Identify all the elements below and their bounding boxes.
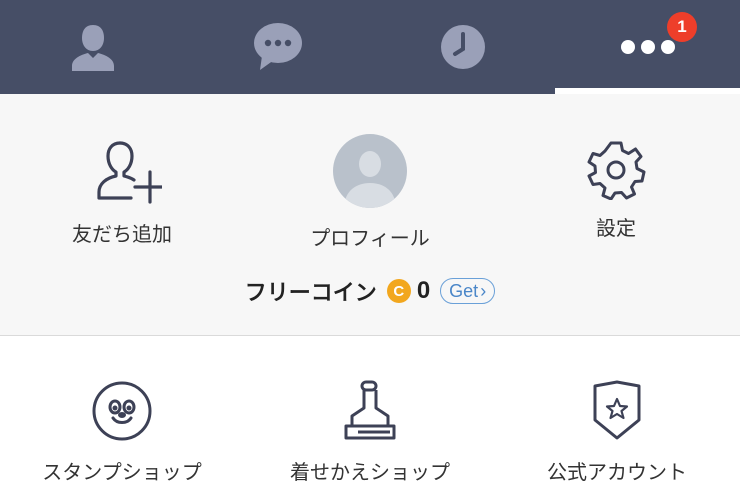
tab-more[interactable] xyxy=(555,0,740,94)
profile-button[interactable]: プロフィール xyxy=(300,133,440,251)
notification-badge: 1 xyxy=(667,12,697,42)
add-friend-icon xyxy=(82,138,167,208)
chat-bubble-icon xyxy=(252,22,304,72)
gear-icon xyxy=(586,140,646,204)
clock-icon xyxy=(439,23,487,71)
free-coin-row: フリーコイン C 0 Get › xyxy=(0,275,740,307)
tab-friends[interactable] xyxy=(0,0,185,94)
theme-shop-button[interactable]: 着せかえショップ xyxy=(278,380,462,485)
sticker-shop-label: スタンプショップ xyxy=(42,460,202,484)
official-accounts-button[interactable]: 公式アカウント xyxy=(536,380,698,485)
official-accounts-label: 公式アカウント xyxy=(547,460,687,484)
get-coins-button[interactable]: Get › xyxy=(440,278,496,304)
profile-label: プロフィール xyxy=(310,226,430,250)
shield-star-icon xyxy=(589,380,645,446)
brush-icon xyxy=(340,380,400,446)
tab-chats[interactable] xyxy=(185,0,370,94)
avatar xyxy=(332,133,408,213)
settings-label: 設定 xyxy=(596,216,636,240)
person-icon xyxy=(68,21,118,73)
coin-balance: 0 xyxy=(416,277,431,304)
coin-icon: C xyxy=(386,279,411,303)
top-tab-bar: 1 xyxy=(0,0,740,94)
sticker-shop-button[interactable]: スタンプショップ xyxy=(32,380,212,485)
settings-button[interactable]: 設定 xyxy=(556,140,676,241)
free-coin-label: フリーコイン xyxy=(244,281,377,306)
more-dots-icon xyxy=(618,37,678,57)
theme-shop-label: 着せかえショップ xyxy=(290,460,450,484)
add-friends-label: 友だち追加 xyxy=(72,222,172,246)
add-friends-button[interactable]: 友だち追加 xyxy=(62,138,182,247)
chevron-right-icon: › xyxy=(480,280,487,301)
tab-timeline[interactable] xyxy=(370,0,555,94)
get-coins-label: Get xyxy=(449,280,479,301)
smiley-face-icon xyxy=(91,380,153,446)
